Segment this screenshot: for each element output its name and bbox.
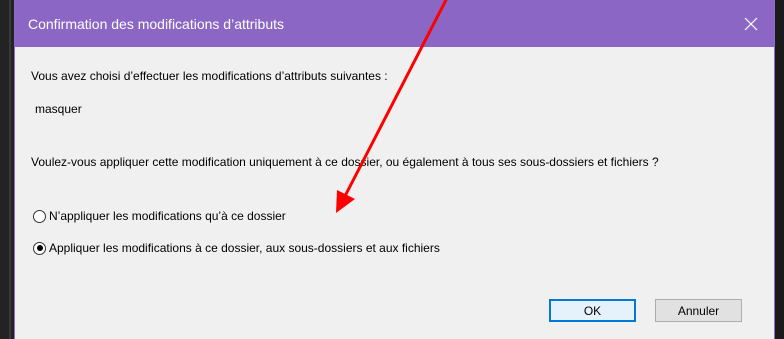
cancel-button[interactable]: Annuler (655, 299, 742, 322)
close-icon (744, 17, 758, 30)
dialog-title: Confirmation des modifications d’attribu… (28, 16, 285, 32)
close-button[interactable] (728, 0, 774, 47)
attribute-name: masquer (35, 102, 82, 116)
radio-option-subfolders-and-files[interactable]: Appliquer les modifications à ce dossier… (33, 239, 440, 257)
intro-text: Vous avez choisi d’effectuer les modific… (31, 69, 388, 83)
screen: Confirmation des modifications d’attribu… (0, 0, 784, 339)
dialog-titlebar[interactable]: Confirmation des modifications d’attribu… (15, 0, 774, 47)
radio-label-this-folder-only[interactable]: N’appliquer les modifications qu’à ce do… (49, 209, 286, 224)
question-text: Voulez-vous appliquer cette modification… (31, 155, 659, 169)
radio-label-subfolders-and-files[interactable]: Appliquer les modifications à ce dossier… (49, 241, 440, 256)
attribute-confirmation-dialog: Confirmation des modifications d’attribu… (14, 0, 775, 339)
background-window-border (9, 0, 11, 339)
radio-option-this-folder-only[interactable]: N’appliquer les modifications qu’à ce do… (33, 207, 286, 225)
ok-button[interactable]: OK (549, 299, 636, 322)
radio-button-unchecked[interactable] (33, 209, 46, 223)
background-window-edge-right (775, 0, 784, 339)
radio-button-checked[interactable] (33, 241, 46, 255)
background-window-edge-left (0, 0, 14, 339)
